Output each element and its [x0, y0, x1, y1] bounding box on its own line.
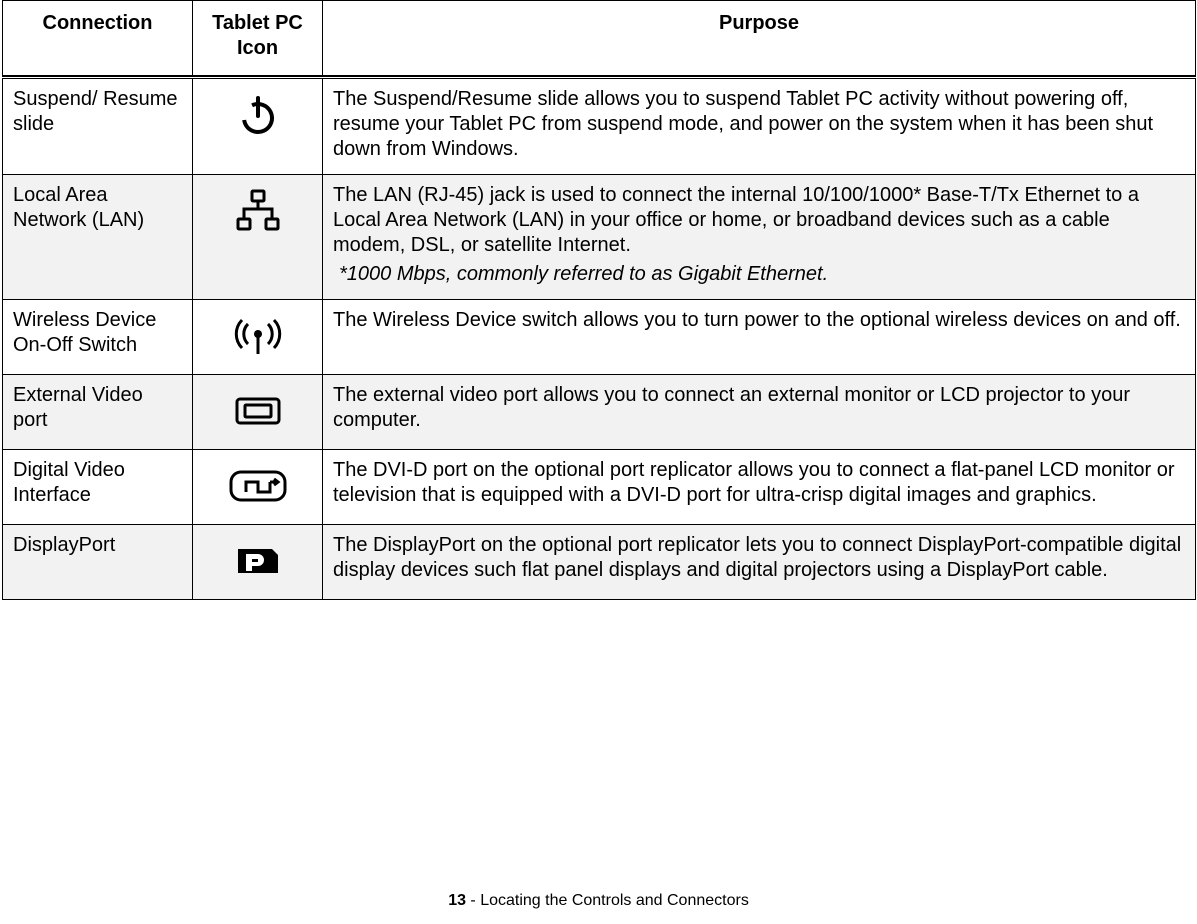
table-row: Suspend/ Resume slide The Suspend/Resume…: [3, 78, 1196, 175]
table-row: Digital Video Interface The DVI-D port o…: [3, 450, 1196, 525]
footer-separator: -: [466, 892, 480, 909]
purpose-cell: The DisplayPort on the optional port rep…: [323, 525, 1196, 600]
purpose-text: The Suspend/Resume slide allows you to s…: [333, 87, 1185, 162]
power-icon: [237, 94, 279, 136]
icon-cell: [193, 300, 323, 375]
page-footer: 13 - Locating the Controls and Connector…: [0, 892, 1197, 910]
icon-cell: [193, 78, 323, 175]
lan-icon: [234, 189, 282, 233]
connection-name: External Video port: [3, 375, 193, 450]
connection-name: DisplayPort: [3, 525, 193, 600]
dvi-icon: [228, 468, 288, 504]
displayport-icon: [234, 545, 282, 577]
purpose-text: The DisplayPort on the optional port rep…: [333, 533, 1185, 583]
purpose-cell: The Suspend/Resume slide allows you to s…: [323, 78, 1196, 175]
purpose-cell: The DVI-D port on the optional port repl…: [323, 450, 1196, 525]
footer-section: Locating the Controls and Connectors: [480, 892, 749, 909]
header-icon: Tablet PC Icon: [193, 1, 323, 76]
purpose-cell: The Wireless Device switch allows you to…: [323, 300, 1196, 375]
table-row: Wireless Device On-Off Switch The Wirele…: [3, 300, 1196, 375]
connection-name: Local Area Network (LAN): [3, 175, 193, 300]
header-purpose: Purpose: [323, 1, 1196, 76]
table-header-row: Connection Tablet PC Icon Purpose: [3, 1, 1196, 76]
icon-cell: [193, 175, 323, 300]
purpose-text: The external video port allows you to co…: [333, 383, 1185, 433]
icon-cell: [193, 375, 323, 450]
table-row: External Video port The external video p…: [3, 375, 1196, 450]
purpose-text: The LAN (RJ-45) jack is used to connect …: [333, 183, 1185, 258]
icon-cell: [193, 450, 323, 525]
header-connection: Connection: [3, 1, 193, 76]
icon-cell: [193, 525, 323, 600]
connection-name: Digital Video Interface: [3, 450, 193, 525]
purpose-cell: The external video port allows you to co…: [323, 375, 1196, 450]
external-video-icon: [235, 395, 281, 427]
purpose-text: The DVI-D port on the optional port repl…: [333, 458, 1185, 508]
purpose-text: The Wireless Device switch allows you to…: [333, 308, 1185, 333]
wireless-icon: [231, 316, 285, 356]
purpose-cell: The LAN (RJ-45) jack is used to connect …: [323, 175, 1196, 300]
page-number: 13: [448, 892, 466, 909]
connections-table: Connection Tablet PC Icon Purpose Suspen…: [2, 0, 1196, 600]
connection-name: Wireless Device On-Off Switch: [3, 300, 193, 375]
table-row: Local Area Network (LAN) The LAN (RJ-45)…: [3, 175, 1196, 300]
connection-name: Suspend/ Resume slide: [3, 78, 193, 175]
table-row: DisplayPort The DisplayPort on the optio…: [3, 525, 1196, 600]
purpose-note: *1000 Mbps, commonly referred to as Giga…: [333, 262, 1185, 287]
